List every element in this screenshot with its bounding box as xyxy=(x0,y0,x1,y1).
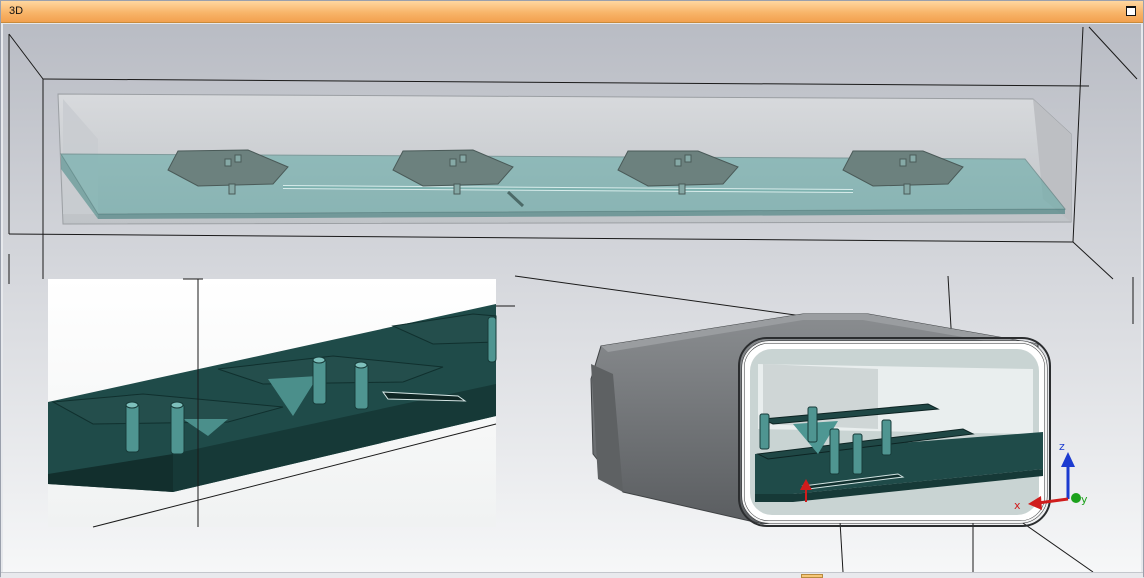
maximize-icon[interactable] xyxy=(1126,6,1136,16)
3d-scene: z x y xyxy=(8,26,1138,572)
status-tab[interactable] xyxy=(801,574,823,578)
3d-viewport[interactable]: z x y xyxy=(3,24,1141,572)
window-title: 3D xyxy=(9,5,24,17)
top-model-view xyxy=(57,93,1072,225)
zoomed-detail-view xyxy=(48,278,515,528)
3d-view-window: 3D z x y xyxy=(0,0,1144,578)
x-axis-label: x xyxy=(1014,499,1021,512)
y-axis-label: y xyxy=(1081,493,1088,506)
title-bar[interactable]: 3D xyxy=(1,1,1143,23)
z-axis-label: z xyxy=(1059,440,1065,453)
status-bar xyxy=(1,572,1143,578)
housing-model-view xyxy=(590,313,1051,527)
